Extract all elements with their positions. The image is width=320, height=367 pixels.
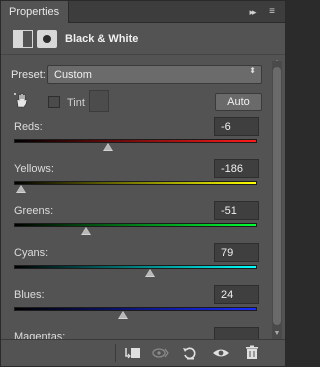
slider-label-blues: Blues:	[14, 289, 45, 301]
tint-label: Tint	[67, 97, 85, 109]
value-field-reds[interactable]: -6	[214, 117, 259, 136]
eye-icon[interactable]	[211, 345, 231, 361]
adjustment-title: Black & White	[65, 33, 139, 45]
reset-icon[interactable]	[180, 345, 200, 361]
slider-thumb-cyans[interactable]	[144, 269, 155, 277]
slider-label-cyans: Cyans:	[14, 247, 49, 259]
slider-thumb-yellows[interactable]	[15, 185, 26, 193]
panel-tab-bar: Properties ▸▸ ≡	[1, 1, 285, 23]
panel-menu-icon[interactable]: ≡	[265, 5, 279, 19]
preset-value: Custom	[54, 69, 92, 81]
slider-track-reds[interactable]	[14, 139, 257, 143]
slider-track-cyans[interactable]	[14, 265, 257, 269]
slider-label-greens: Greens:	[14, 205, 54, 217]
value-field-blues[interactable]: 24	[214, 285, 259, 304]
slider-row-blues: Blues: 24	[1, 285, 271, 327]
slider-row-greens: Greens: -51	[1, 201, 271, 243]
slider-track-blues[interactable]	[14, 307, 257, 311]
slider-row-cyans: Cyans: 79	[1, 243, 271, 285]
value-field-greens[interactable]: -51	[214, 201, 259, 220]
slider-row-reds: Reds: -6	[1, 117, 271, 159]
clip-to-layer-icon[interactable]	[122, 345, 142, 361]
scroll-thumb[interactable]	[273, 67, 281, 325]
slider-label-reds: Reds:	[14, 121, 43, 133]
tab-properties[interactable]: Properties	[1, 1, 69, 23]
preset-dropdown[interactable]: Custom ⬍	[47, 65, 262, 84]
layer-mask-icon[interactable]	[37, 30, 57, 48]
slider-label-yellows: Yellows:	[14, 163, 54, 175]
auto-button[interactable]: Auto	[215, 93, 262, 111]
slider-track-greens[interactable]	[14, 223, 257, 227]
slider-row-yellows: Yellows: -186	[1, 159, 271, 201]
slider-thumb-blues[interactable]	[117, 311, 128, 319]
value-field-cyans[interactable]: 79	[214, 243, 259, 262]
view-previous-state-icon[interactable]	[151, 345, 171, 361]
tint-checkbox[interactable]	[48, 96, 60, 108]
scrollbar[interactable]	[272, 61, 282, 339]
tint-color-swatch[interactable]	[89, 90, 109, 112]
slider-track-yellows[interactable]	[14, 181, 257, 185]
adjustment-header: Black & White	[1, 23, 285, 55]
trash-icon[interactable]	[242, 345, 262, 361]
slider-thumb-greens[interactable]	[81, 227, 92, 235]
scroll-down-icon[interactable]: ▼	[273, 330, 281, 338]
targeted-adjustment-hand-icon[interactable]	[13, 91, 31, 109]
value-field-yellows[interactable]: -186	[214, 159, 259, 178]
black-white-adjustment-icon[interactable]	[13, 30, 33, 48]
bottom-toolbar	[1, 339, 285, 366]
collapse-panel-icon[interactable]: ▸▸	[245, 5, 259, 19]
slider-thumb-reds[interactable]	[103, 143, 114, 151]
preset-label: Preset:	[11, 69, 46, 81]
toolbar-divider	[115, 344, 116, 362]
dropdown-arrow-icon: ⬍	[249, 66, 256, 75]
properties-panel: Properties ▸▸ ≡ Black & White Preset: Cu…	[0, 0, 286, 367]
